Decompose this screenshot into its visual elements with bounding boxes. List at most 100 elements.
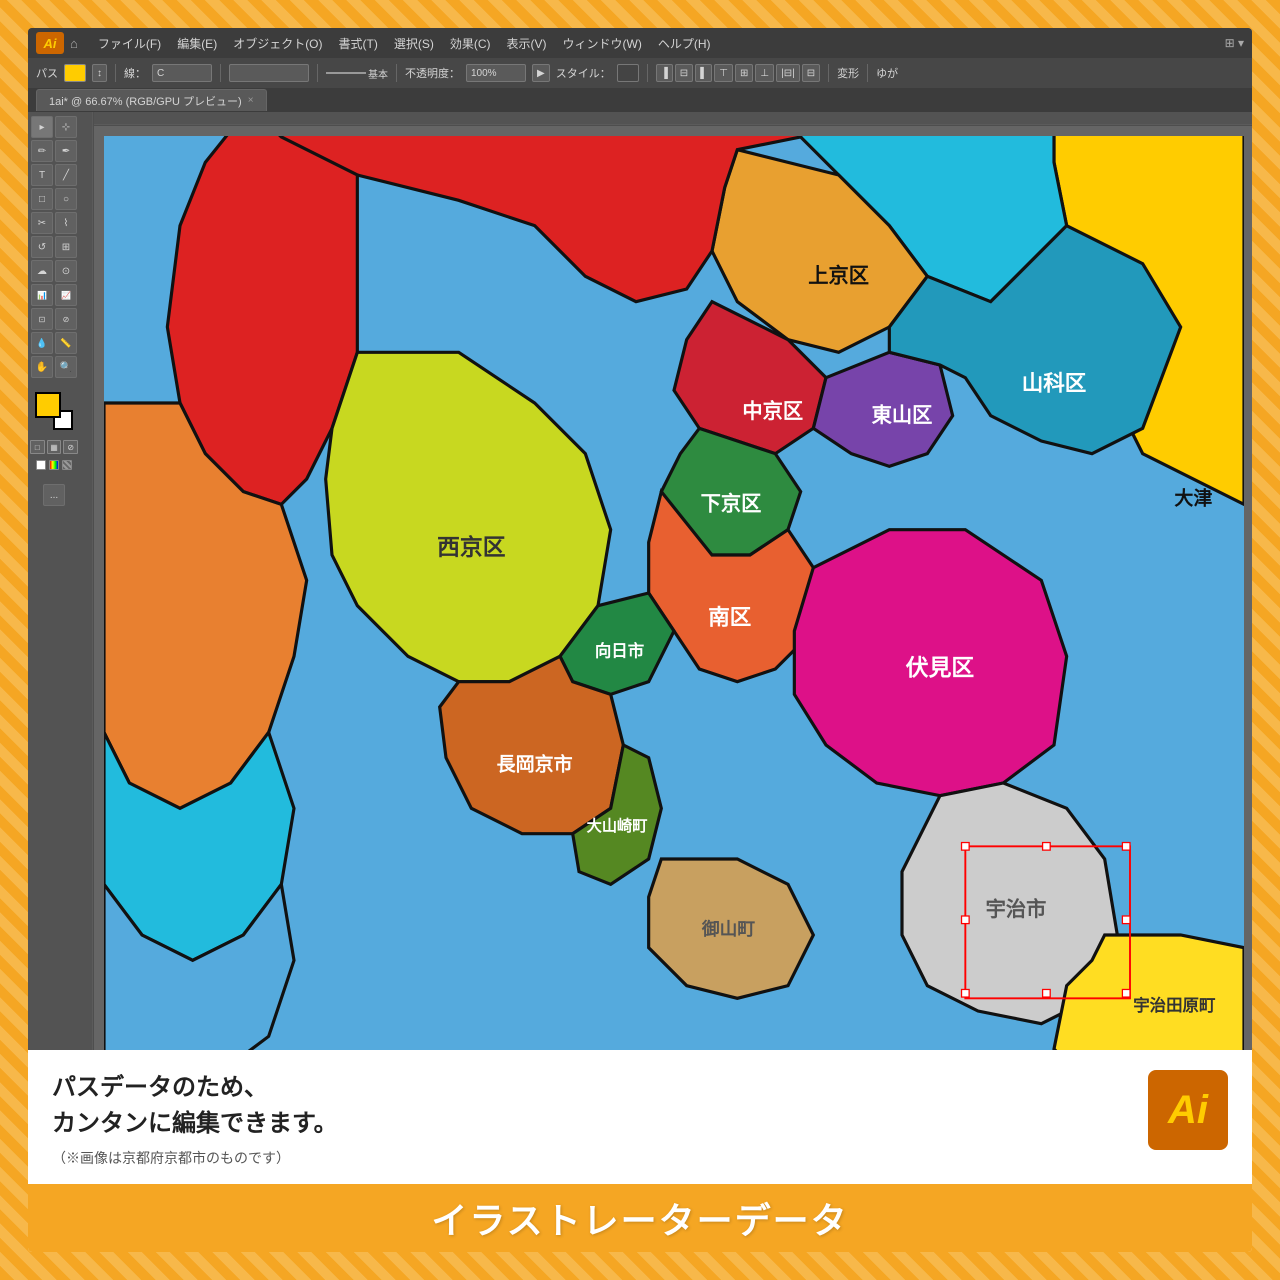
tool-eraser[interactable]: ⌇: [55, 212, 77, 234]
tool-row-artboard: ⊡ ⊘: [30, 308, 78, 330]
canvas-area[interactable]: 上京区 中京区: [80, 112, 1252, 1050]
desc-line2: カンタンに編集できます。: [52, 1106, 1124, 1142]
gradient-swatch[interactable]: [49, 460, 59, 470]
menu-type[interactable]: 書式(T): [331, 35, 386, 52]
tool-warp[interactable]: ☁: [31, 260, 53, 282]
ai-logo-small: Ai: [36, 32, 64, 54]
tool-row-eyedropper: 💧 📏: [30, 332, 78, 354]
style-box[interactable]: [617, 64, 639, 82]
distribute-h-btn[interactable]: |⊟|: [776, 64, 800, 82]
desc-line1: パスデータのため、: [52, 1070, 1124, 1106]
footer-text: イラストレーターデータ: [431, 1192, 848, 1244]
tool-paintbrush[interactable]: ╱: [55, 164, 77, 186]
artboard[interactable]: 上京区 中京区: [104, 136, 1244, 1050]
label-kamigyo: 上京区: [808, 264, 869, 288]
tab-close-btn[interactable]: ×: [248, 95, 254, 106]
tool-artboard[interactable]: ⊡: [31, 308, 53, 330]
label-oyama: 御山町: [701, 918, 755, 939]
label-shimogyo: 下京区: [701, 492, 762, 516]
menu-view[interactable]: 表示(V): [499, 35, 555, 52]
tool-rect[interactable]: □: [31, 188, 53, 210]
opacity-input[interactable]: 100%: [466, 64, 526, 82]
deform-label: ゆが: [876, 65, 898, 81]
stroke-width-input[interactable]: C: [152, 64, 212, 82]
toolbar-divider-7: [867, 64, 868, 82]
menu-window[interactable]: ウィンドウ(W): [555, 35, 650, 52]
tool-slice[interactable]: ⊘: [55, 308, 77, 330]
ruler-vertical: [80, 112, 94, 1050]
ai-logo-large: Ai: [1148, 1070, 1228, 1150]
tool-pen[interactable]: ✏: [31, 140, 53, 162]
white-swatch[interactable]: [36, 460, 46, 470]
tool-mode-row: □ ▦ ⊘: [30, 440, 78, 454]
gradient-mode-btn[interactable]: ▦: [47, 440, 62, 454]
menu-file[interactable]: ファイル(F): [90, 35, 169, 52]
toolbar-divider-3: [317, 64, 318, 82]
toolbar-bar: パス ↕ 線： C 基本 不透明度： 100%: [28, 58, 1252, 88]
tool-scale[interactable]: ⊞: [55, 236, 77, 258]
tool-row-warp: ☁ ⊙: [30, 260, 78, 282]
toolbar-divider-6: [828, 64, 829, 82]
align-bottom-btn[interactable]: ⊥: [755, 64, 774, 82]
menu-edit[interactable]: 編集(E): [169, 35, 225, 52]
ai-ui: Ai ⌂ ファイル(F) 編集(E) オブジェクト(O) 書式(T) 選択(S)…: [28, 28, 1252, 1050]
menu-effect[interactable]: 効果(C): [442, 35, 499, 52]
tool-row-hand: ✋ 🔍: [30, 356, 78, 378]
tool-measure[interactable]: 📏: [55, 332, 77, 354]
main-card: Ai ⌂ ファイル(F) 編集(E) オブジェクト(O) 書式(T) 選択(S)…: [28, 28, 1252, 1252]
tool-eyedropper[interactable]: 💧: [31, 332, 53, 354]
align-center-v-btn[interactable]: ⊞: [735, 64, 753, 82]
align-center-h-btn[interactable]: ⊟: [675, 64, 693, 82]
stroke-dash-input[interactable]: [229, 64, 309, 82]
tool-scissors[interactable]: ✂: [31, 212, 53, 234]
pattern-swatch[interactable]: [62, 460, 72, 470]
tool-zoom[interactable]: 🔍: [55, 356, 77, 378]
tool-direct-selection[interactable]: ⊹: [55, 116, 77, 138]
fill-mode-btn[interactable]: □: [30, 440, 45, 454]
layout-grid-icon[interactable]: ⊞ ▾: [1225, 36, 1244, 50]
menu-help[interactable]: ヘルプ(H): [650, 35, 719, 52]
tab-filename: 1ai* @ 66.67% (RGB/GPU プレビュー): [49, 93, 242, 109]
tool-row-shape: □ ○: [30, 188, 78, 210]
tool-rotate[interactable]: ↺: [31, 236, 53, 258]
toolbar-divider-1: [115, 64, 116, 82]
document-tab[interactable]: 1ai* @ 66.67% (RGB/GPU プレビュー) ×: [36, 89, 267, 111]
fill-indicator[interactable]: [35, 392, 61, 418]
none-mode-btn[interactable]: ⊘: [63, 440, 78, 454]
tool-graph[interactable]: 📊: [31, 284, 53, 306]
menu-select[interactable]: 選択(S): [386, 35, 442, 52]
tool-type[interactable]: ✒: [55, 140, 77, 162]
home-icon[interactable]: ⌂: [70, 36, 78, 51]
fill-stroke-indicator[interactable]: [35, 392, 73, 430]
label-otsu: 大津: [1174, 486, 1212, 509]
tool-line[interactable]: T: [31, 164, 53, 186]
tool-ellipse[interactable]: ○: [55, 188, 77, 210]
content-area: ▸ ⊹ ✏ ✒ T ╱ □ ○: [28, 112, 1252, 1050]
align-top-btn[interactable]: ⊤: [714, 64, 733, 82]
menu-object[interactable]: オブジェクト(O): [225, 35, 330, 52]
tool-blend[interactable]: ⊙: [55, 260, 77, 282]
fill-color-box[interactable]: [64, 64, 86, 82]
distribute-v-btn[interactable]: ⊟: [802, 64, 820, 82]
align-right-btn[interactable]: ▌: [695, 64, 712, 82]
label-fushimi: 伏見区: [906, 654, 975, 680]
toolbar-divider-5: [647, 64, 648, 82]
desc-sub-text: （※画像は京都府京都市のものです）: [52, 1148, 1124, 1168]
opacity-arrow-btn[interactable]: ▶: [532, 64, 550, 82]
stroke-direction-btn[interactable]: ↕: [92, 64, 107, 82]
stroke-line-preview: [326, 72, 366, 74]
label-nagaokakyo: 長岡京市: [497, 752, 573, 775]
more-tools-btn[interactable]: ...: [43, 484, 65, 506]
tool-swatches: [30, 460, 78, 470]
toolbar-divider-2: [220, 64, 221, 82]
tool-color-area: [30, 388, 78, 434]
label-nakagyo: 中京区: [742, 399, 803, 423]
label-oyamazaki: 大山崎町: [587, 817, 648, 835]
tool-hand[interactable]: ✋: [31, 356, 53, 378]
align-buttons: ▐ ⊟ ▌ ⊤ ⊞ ⊥ |⊟| ⊟: [656, 64, 820, 82]
footer: イラストレーターデータ: [28, 1184, 1252, 1252]
tool-bar-chart[interactable]: 📈: [55, 284, 77, 306]
align-left-btn[interactable]: ▐: [656, 64, 673, 82]
tool-selection[interactable]: ▸: [31, 116, 53, 138]
opacity-label: 不透明度：: [405, 65, 460, 81]
